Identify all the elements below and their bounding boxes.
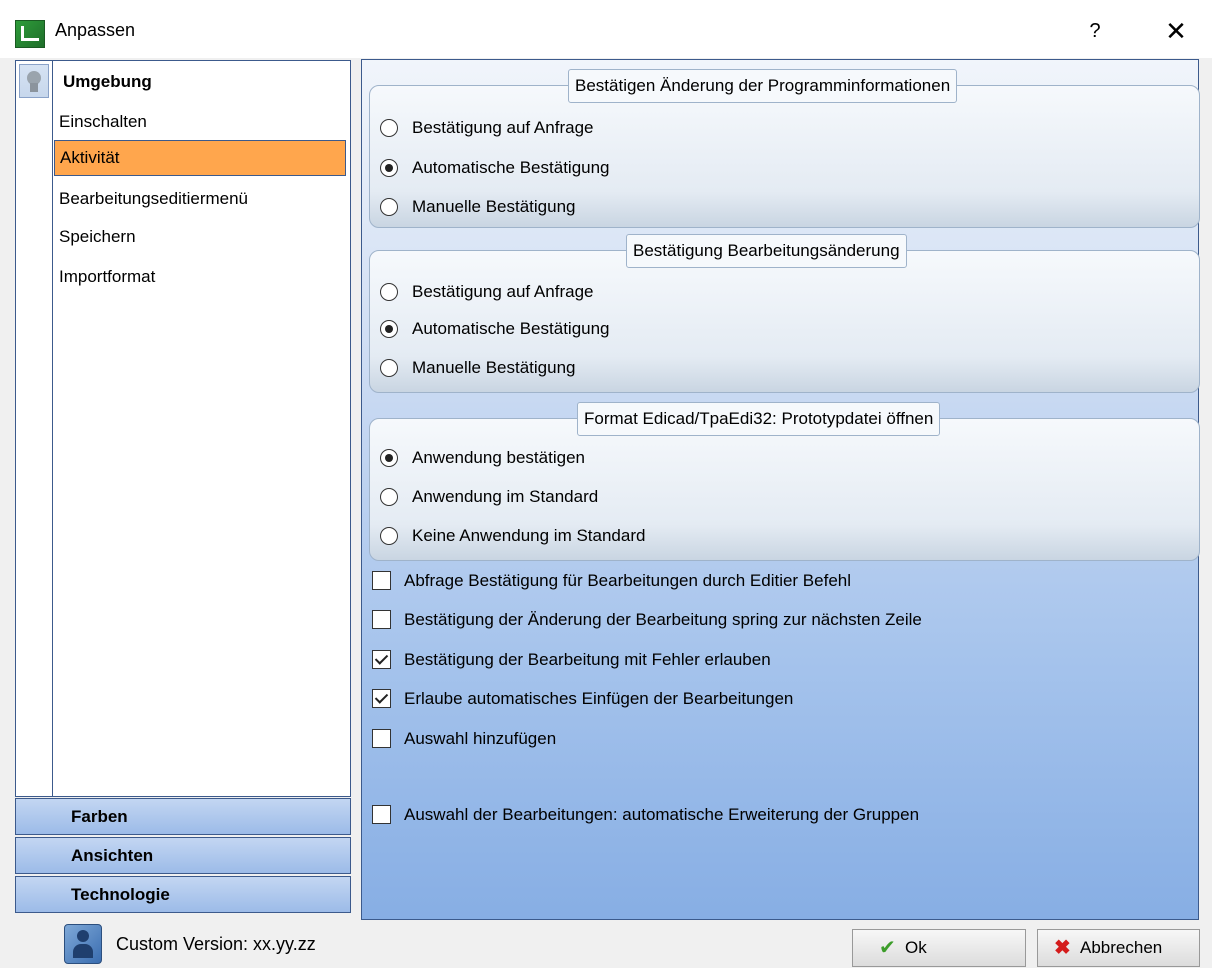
group-program-info: Bestätigen Änderung der Programminformat… — [369, 69, 1200, 228]
radio-button[interactable] — [380, 159, 398, 177]
ok-button[interactable]: ✔ Ok — [852, 929, 1026, 967]
environment-group-icon — [19, 64, 49, 98]
checkbox[interactable] — [372, 650, 391, 669]
checkbox-label: Abfrage Bestätigung für Bearbeitungen du… — [404, 571, 852, 590]
cancel-button[interactable]: ✖ Abbrechen — [1037, 929, 1200, 967]
settings-tree: Umgebung Einschalten Aktivität Bearbeitu… — [15, 60, 351, 797]
cancel-label: Abbrechen — [1080, 938, 1163, 957]
checkbox-label: Auswahl hinzufügen — [404, 729, 557, 748]
category-ansichten-button[interactable]: Ansichten — [15, 837, 351, 874]
tree-icon-strip — [16, 61, 53, 796]
radio-label: Anwendung im Standard — [412, 487, 599, 506]
group-title: Bestätigung Bearbeitungsänderung — [626, 234, 907, 268]
sidebar-item-bearbeitungseditiermenue[interactable]: Bearbeitungseditiermenü — [54, 181, 346, 217]
group-prototype-file: Format Edicad/TpaEdi32: Prototypdatei öf… — [369, 402, 1200, 561]
radio-label: Manuelle Bestätigung — [412, 358, 576, 377]
radio-button[interactable] — [380, 119, 398, 137]
checkmark-icon: ✔ — [879, 937, 896, 959]
radio-button[interactable] — [380, 283, 398, 301]
category-technologie-button[interactable]: Technologie — [15, 876, 351, 913]
sidebar-item-aktivitaet[interactable]: Aktivität — [54, 140, 346, 176]
checkbox[interactable] — [372, 571, 391, 590]
checkbox[interactable] — [372, 610, 391, 629]
radio-label: Bestätigung auf Anfrage — [412, 118, 594, 137]
radio-button[interactable] — [380, 359, 398, 377]
settings-panel: Bestätigen Änderung der Programminformat… — [361, 59, 1200, 920]
title-bar: Anpassen ? ✕ — [0, 0, 1212, 58]
radio-button[interactable] — [380, 449, 398, 467]
radio-button[interactable] — [380, 488, 398, 506]
radio-label: Keine Anwendung im Standard — [412, 526, 646, 545]
radio-label: Automatische Bestätigung — [412, 158, 610, 177]
checkbox[interactable] — [372, 805, 391, 824]
checkbox-label: Bestätigung der Änderung der Bearbeitung… — [404, 610, 922, 629]
group-edit-change: Bestätigung Bearbeitungsänderung Bestäti… — [369, 234, 1200, 393]
checkbox[interactable] — [372, 689, 391, 708]
close-button[interactable]: ✕ — [1158, 16, 1194, 46]
sidebar-item-einschalten[interactable]: Einschalten — [54, 104, 346, 140]
checkbox-label: Bestätigung der Bearbeitung mit Fehler e… — [404, 650, 771, 669]
category-farben-button[interactable]: Farben — [15, 798, 351, 835]
radio-label: Automatische Bestätigung — [412, 319, 610, 338]
checkbox-label: Erlaube automatisches Einfügen der Bearb… — [404, 689, 794, 708]
tree-group-title[interactable]: Umgebung — [63, 72, 152, 92]
radio-label: Bestätigung auf Anfrage — [412, 282, 594, 301]
ok-label: Ok — [905, 938, 927, 957]
app-icon — [15, 20, 45, 48]
custom-version-icon — [64, 924, 102, 964]
radio-label: Manuelle Bestätigung — [412, 197, 576, 216]
group-title: Format Edicad/TpaEdi32: Prototypdatei öf… — [577, 402, 941, 436]
version-text: Custom Version: xx.yy.zz — [116, 934, 316, 954]
radio-button[interactable] — [380, 527, 398, 545]
radio-label: Anwendung bestätigen — [412, 448, 585, 467]
radio-button[interactable] — [380, 320, 398, 338]
help-button[interactable]: ? — [1080, 16, 1110, 46]
sidebar-item-speichern[interactable]: Speichern — [54, 219, 346, 255]
radio-button[interactable] — [380, 198, 398, 216]
sidebar-item-importformat[interactable]: Importformat — [54, 259, 346, 295]
window-title: Anpassen — [55, 20, 136, 40]
cancel-x-icon: ✖ — [1054, 937, 1071, 959]
checkbox[interactable] — [372, 729, 391, 748]
group-title: Bestätigen Änderung der Programminformat… — [568, 69, 958, 103]
checkbox-label: Auswahl der Bearbeitungen: automatische … — [404, 805, 920, 824]
settings-navigation: Umgebung Einschalten Aktivität Bearbeitu… — [15, 60, 353, 920]
